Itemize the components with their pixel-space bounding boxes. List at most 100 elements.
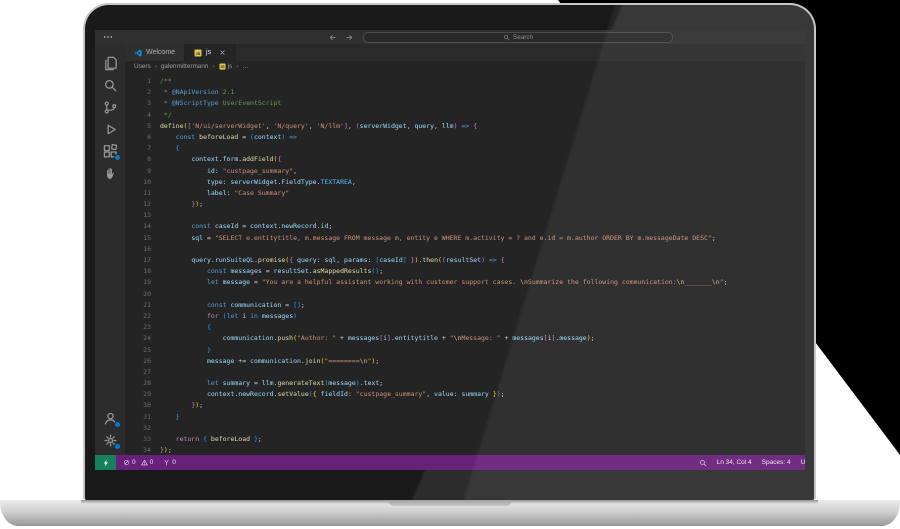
line-number: 1 xyxy=(125,76,151,87)
remote-indicator[interactable] xyxy=(95,455,116,470)
encoding-setting[interactable]: UTF-8 xyxy=(801,459,805,466)
line-number: 33 xyxy=(125,434,151,445)
line-number: 29 xyxy=(125,389,151,400)
code-line: */ xyxy=(160,110,805,121)
code-line: } xyxy=(160,345,805,356)
code-line: } xyxy=(160,412,805,423)
activity-item-search[interactable] xyxy=(99,74,121,96)
breadcrumb-item[interactable]: Users xyxy=(134,63,151,70)
title-bar: Search xyxy=(95,30,805,44)
code-line xyxy=(160,244,805,255)
forward-arrow-icon[interactable] xyxy=(345,33,354,42)
code-line xyxy=(160,367,805,378)
notification-badge xyxy=(114,154,121,161)
search-placeholder: Search xyxy=(513,34,533,41)
code-line: query.runSuiteQL.promise({ query: sql, p… xyxy=(160,255,805,266)
hand-icon xyxy=(103,166,118,181)
line-number: 12 xyxy=(125,199,151,210)
code-line: type: serverWidget.FieldType.TEXTAREA, xyxy=(160,177,805,188)
line-number: 17 xyxy=(125,255,151,266)
code-line: { xyxy=(160,322,805,333)
source-control-icon xyxy=(103,100,118,115)
code-line xyxy=(160,423,805,434)
js-file-icon: JS xyxy=(219,63,226,70)
js-file-icon: JS xyxy=(194,49,202,57)
line-number: 4 xyxy=(125,110,151,121)
cursor-position[interactable]: Ln 34, Col 4 xyxy=(717,459,752,466)
line-number: 20 xyxy=(125,289,151,300)
line-number: 18 xyxy=(125,266,151,277)
line-number: 6 xyxy=(125,132,151,143)
ports-status[interactable]: 0 xyxy=(163,459,176,466)
activity-item-source-control[interactable] xyxy=(99,96,121,118)
ports-count: 0 xyxy=(172,459,176,466)
svg-text:JS: JS xyxy=(220,65,225,69)
line-number: 7 xyxy=(125,143,151,154)
line-number: 15 xyxy=(125,233,151,244)
back-arrow-icon[interactable] xyxy=(328,33,337,42)
menu-ellipsis-icon[interactable] xyxy=(102,31,114,43)
tab-bar: Welcome JS js xyxy=(125,44,805,61)
code-line: return { beforeLoad }; xyxy=(160,434,805,445)
status-search-icon[interactable] xyxy=(699,459,707,467)
status-bar: 0 0 0 Ln 34, Col 4 Spaces: 4 UTF-8 xyxy=(95,455,805,470)
code-line: * @NApiVersion 2.1 xyxy=(160,87,805,98)
code-line: sql = "SELECT e.entitytitle, m.message F… xyxy=(160,233,805,244)
line-number: 21 xyxy=(125,300,151,311)
tab-label: Welcome xyxy=(146,49,175,56)
line-number: 30 xyxy=(125,400,151,411)
tab-js[interactable]: JS js xyxy=(185,44,236,61)
line-number: 26 xyxy=(125,356,151,367)
activity-item-custom-extension[interactable] xyxy=(99,162,121,184)
line-number: 23 xyxy=(125,322,151,333)
editor[interactable]: 1234567891011121314151617181920212223242… xyxy=(125,72,805,455)
line-number: 31 xyxy=(125,412,151,423)
activity-item-run-debug[interactable] xyxy=(99,118,121,140)
code-line: for (let i in messages) xyxy=(160,311,805,322)
close-icon[interactable] xyxy=(219,49,226,56)
code-line: message += communication.join("========\… xyxy=(160,356,805,367)
code-line: /** xyxy=(160,76,805,87)
code-line: label: "Case Summary" xyxy=(160,188,805,199)
workbench: WelcomeJSjs Users›galenmittermann›JSjs›…… xyxy=(95,44,805,455)
indentation-setting[interactable]: Spaces: 4 xyxy=(762,459,791,466)
line-number: 10 xyxy=(125,177,151,188)
tab-label: js xyxy=(206,49,211,56)
breadcrumb-item[interactable]: galenmittermann xyxy=(161,63,209,70)
code-line xyxy=(160,289,805,300)
code-line: }); xyxy=(160,400,805,411)
code-line: const messages = resultSet.asMappedResul… xyxy=(160,266,805,277)
activity-item-settings[interactable] xyxy=(99,429,121,451)
search-input[interactable]: Search xyxy=(363,32,673,43)
tab-Welcome[interactable]: Welcome xyxy=(125,44,185,61)
line-number: 2 xyxy=(125,87,151,98)
problems-status[interactable]: 0 0 xyxy=(123,459,153,466)
activity-item-extensions[interactable] xyxy=(99,140,121,162)
breadcrumb-separator: › xyxy=(155,63,157,70)
code-line: id: "custpage_summary", xyxy=(160,166,805,177)
line-number: 14 xyxy=(125,221,151,232)
gutter: 1234567891011121314151617181920212223242… xyxy=(125,76,151,455)
search-icon xyxy=(103,78,118,93)
warning-icon xyxy=(141,459,148,466)
vscode-logo-icon xyxy=(134,49,142,57)
line-number: 3 xyxy=(125,98,151,109)
breadcrumb[interactable]: Users›galenmittermann›JSjs›… xyxy=(125,61,805,72)
files-icon xyxy=(103,56,118,71)
error-count: 0 xyxy=(132,459,136,466)
breadcrumb-item[interactable]: JSjs xyxy=(219,63,233,70)
activity-item-explorer[interactable] xyxy=(99,52,121,74)
code-line: const communication = []; xyxy=(160,300,805,311)
breadcrumb-item[interactable]: … xyxy=(242,63,248,70)
svg-text:JS: JS xyxy=(196,50,201,55)
activity-item-accounts[interactable] xyxy=(99,407,121,429)
activity-bar xyxy=(95,44,125,455)
breadcrumb-separator: › xyxy=(212,63,214,70)
lid-notch xyxy=(388,500,512,506)
code-lines[interactable]: /** * @NApiVersion 2.1 * @NScriptType Us… xyxy=(151,76,805,455)
code-line: context.newRecord.setValue({ fieldId: "c… xyxy=(160,389,805,400)
code-line: { xyxy=(160,143,805,154)
error-icon xyxy=(123,459,130,466)
code-line: * @NScriptType UserEventScript xyxy=(160,98,805,109)
warning-count: 0 xyxy=(150,459,154,466)
